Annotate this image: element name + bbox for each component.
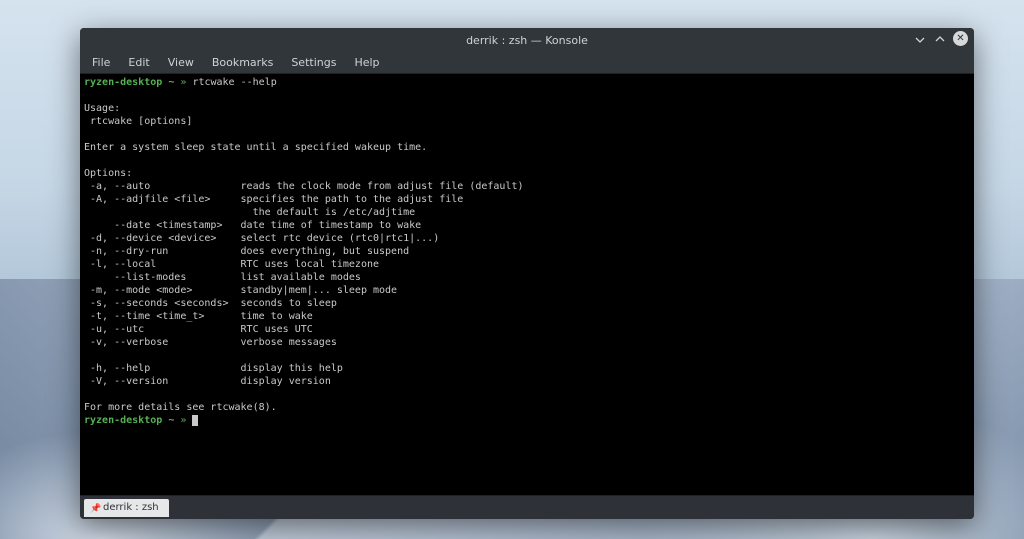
out-l17: -s, --seconds <seconds> seconds to sleep bbox=[84, 298, 337, 309]
window-title: derrik : zsh — Konsole bbox=[466, 34, 588, 47]
pin-icon: 📌 bbox=[90, 504, 98, 512]
out-l07: Options: bbox=[84, 168, 132, 179]
window-controls: ✕ bbox=[913, 31, 968, 46]
out-l20: -v, --verbose verbose messages bbox=[84, 337, 337, 348]
out-l18: -t, --time <time_t> time to wake bbox=[84, 311, 313, 322]
terminal-viewport[interactable]: ryzen-desktop ~ » rtcwake --help Usage: … bbox=[80, 74, 974, 495]
prompt2-host: ryzen-desktop bbox=[84, 415, 162, 426]
maximize-button[interactable] bbox=[933, 32, 947, 46]
close-button[interactable]: ✕ bbox=[953, 31, 968, 46]
out-l14: -l, --local RTC uses local timezone bbox=[84, 259, 379, 270]
prompt-cwd: ~ bbox=[168, 77, 174, 88]
tabbar: 📌 derrik : zsh bbox=[80, 495, 974, 519]
prompt-host: ryzen-desktop bbox=[84, 77, 162, 88]
terminal-cursor bbox=[192, 415, 198, 426]
menubar: File Edit View Bookmarks Settings Help bbox=[80, 52, 974, 74]
titlebar[interactable]: derrik : zsh — Konsole ✕ bbox=[80, 28, 974, 52]
prompt2-cwd: ~ bbox=[168, 415, 174, 426]
prompt-command: rtcwake --help bbox=[192, 77, 276, 88]
menu-view[interactable]: View bbox=[160, 54, 202, 71]
out-l23: -V, --version display version bbox=[84, 376, 331, 387]
prompt2-arrow: » bbox=[180, 415, 186, 426]
tab-session[interactable]: 📌 derrik : zsh bbox=[84, 499, 169, 517]
menu-help[interactable]: Help bbox=[346, 54, 387, 71]
out-l19: -u, --utc RTC uses UTC bbox=[84, 324, 313, 335]
out-l25: For more details see rtcwake(8). bbox=[84, 402, 277, 413]
menu-edit[interactable]: Edit bbox=[120, 54, 157, 71]
out-l02: Usage: bbox=[84, 103, 120, 114]
menu-bookmarks[interactable]: Bookmarks bbox=[204, 54, 281, 71]
out-l09: -A, --adjfile <file> specifies the path … bbox=[84, 194, 463, 205]
tab-label: derrik : zsh bbox=[103, 502, 159, 513]
out-l12: -d, --device <device> select rtc device … bbox=[84, 233, 439, 244]
menu-file[interactable]: File bbox=[84, 54, 118, 71]
out-l08: -a, --auto reads the clock mode from adj… bbox=[84, 181, 524, 192]
out-l11: --date <timestamp> date time of timestam… bbox=[84, 220, 421, 231]
prompt-arrow: » bbox=[180, 77, 186, 88]
out-l16: -m, --mode <mode> standby|mem|... sleep … bbox=[84, 285, 397, 296]
konsole-window: derrik : zsh — Konsole ✕ File Edit View … bbox=[80, 28, 974, 519]
out-l03: rtcwake [options] bbox=[84, 116, 192, 127]
out-l13: -n, --dry-run does everything, but suspe… bbox=[84, 246, 409, 257]
out-l10: the default is /etc/adjtime bbox=[84, 207, 415, 218]
out-l22: -h, --help display this help bbox=[84, 363, 343, 374]
menu-settings[interactable]: Settings bbox=[283, 54, 344, 71]
out-l05: Enter a system sleep state until a speci… bbox=[84, 142, 427, 153]
out-l15: --list-modes list available modes bbox=[84, 272, 361, 283]
minimize-button[interactable] bbox=[913, 32, 927, 46]
